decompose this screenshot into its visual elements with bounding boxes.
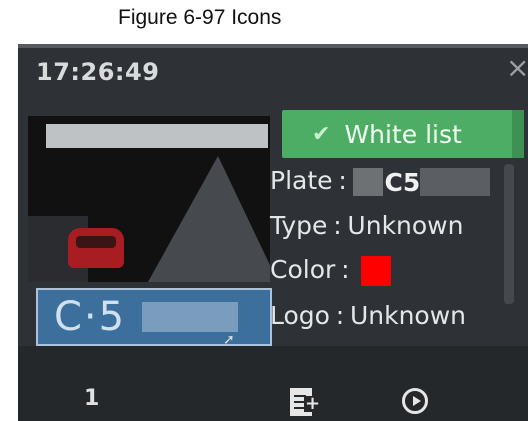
vehicle-snapshot (28, 116, 270, 282)
plate-thumbnail: C·5 (36, 288, 272, 346)
white-list-badge: ✔ White list (282, 110, 524, 158)
record-count: 1 (84, 386, 100, 411)
color-row: Color: (270, 255, 392, 286)
plate-label: Plate (270, 166, 333, 195)
plate-value: C5 (384, 167, 421, 197)
logo-value: Unknown (349, 301, 467, 330)
logo-label: Logo (270, 301, 330, 330)
play-icon[interactable] (402, 388, 428, 414)
plate-thumbnail-text: C·5 (54, 294, 127, 340)
color-label: Color (270, 255, 336, 284)
check-icon: ✔ (312, 121, 331, 147)
logo-row: Logo: Unknown (270, 301, 467, 330)
white-list-label: White list (344, 119, 462, 149)
add-page-icon[interactable] (290, 388, 322, 416)
plate-row: Plate: C5 (270, 166, 491, 197)
type-row: Type: Unknown (270, 211, 464, 240)
color-swatch (361, 256, 392, 286)
figure-caption: Figure 6-97 Icons (118, 6, 282, 29)
timestamp: 17:26:49 (36, 58, 160, 86)
recognition-panel: 17:26:49 × C·5 ➚ ✔ White list Plate: C5 T… (18, 44, 528, 421)
details-scrollbar[interactable] (504, 164, 514, 304)
type-value: Unknown (347, 211, 464, 240)
type-label: Type (270, 211, 328, 240)
close-icon[interactable]: × (506, 54, 528, 82)
vehicle-image (68, 228, 124, 268)
panel-footer: 1 (18, 346, 528, 421)
